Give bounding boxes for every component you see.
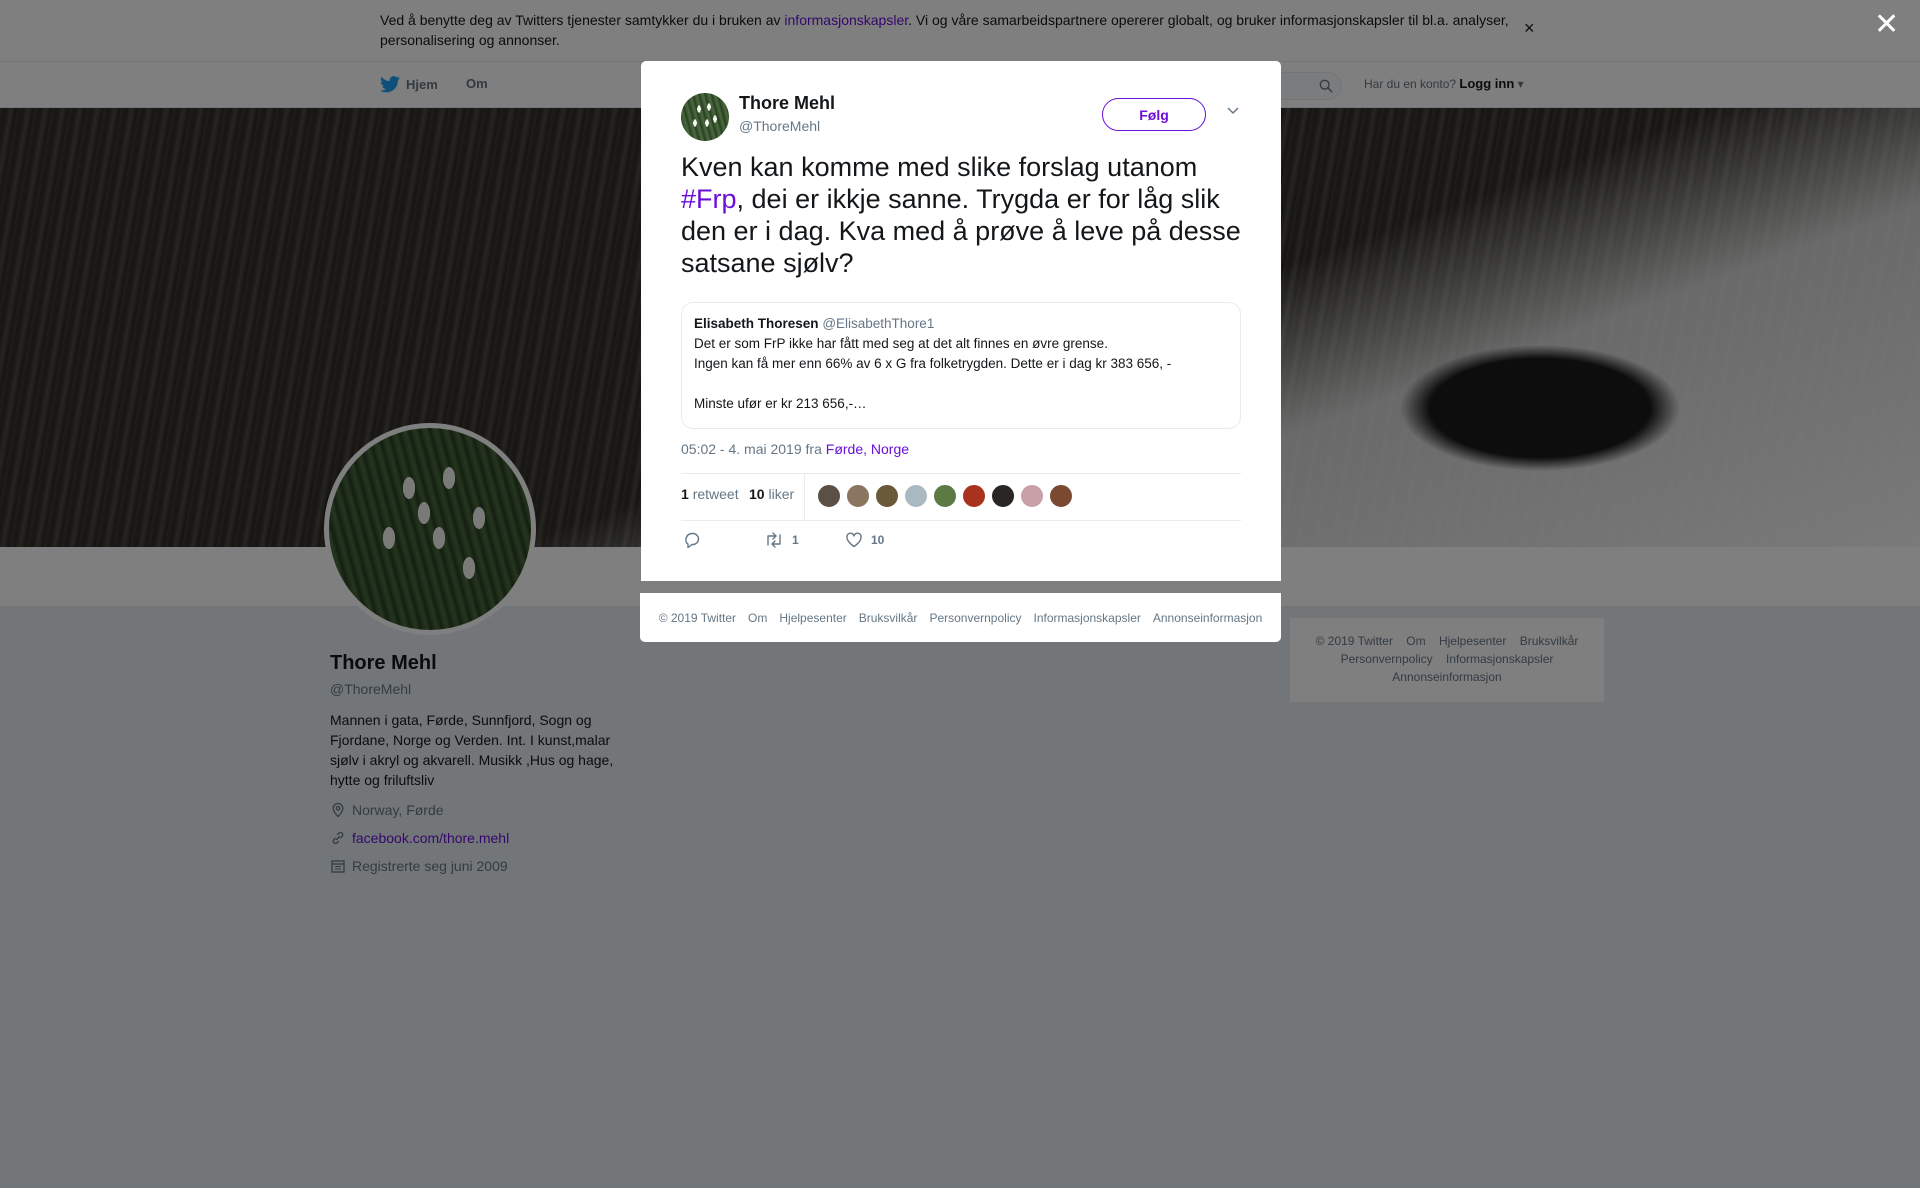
likers-avatars bbox=[817, 484, 1073, 508]
quoted-tweet-header: Elisabeth Thoresen @ElisabethThore1 bbox=[694, 314, 1228, 334]
quoted-tweet-line: Det er som FrP ikke har fått med seg at … bbox=[694, 336, 1108, 351]
liker-avatar[interactable] bbox=[875, 484, 899, 508]
retweet-button[interactable]: 1 bbox=[764, 531, 799, 549]
chevron-down-icon[interactable] bbox=[1226, 105, 1240, 115]
liker-avatar[interactable] bbox=[1049, 484, 1073, 508]
tweet-text: Kven kan komme med slike forslag utanom … bbox=[681, 152, 1241, 278]
footer-link[interactable]: Om bbox=[748, 611, 767, 625]
liker-avatar[interactable] bbox=[1020, 484, 1044, 508]
footer-link[interactable]: Personvernpolicy bbox=[929, 611, 1021, 625]
footer-link[interactable]: Hjelpesenter bbox=[779, 611, 846, 625]
liker-avatar[interactable] bbox=[933, 484, 957, 508]
liker-avatar[interactable] bbox=[846, 484, 870, 508]
quoted-tweet-line: Ingen kan få mer enn 66% av 6 x G fra fo… bbox=[694, 356, 1172, 371]
reply-icon bbox=[685, 532, 700, 549]
liker-avatar[interactable] bbox=[962, 484, 986, 508]
tweet-stats: 1 retweet 10 liker bbox=[681, 473, 1241, 521]
quoted-tweet[interactable]: Elisabeth Thoresen @ElisabethThore1 Det … bbox=[681, 302, 1241, 429]
modal-footer: © 2019 Twitter Om Hjelpesenter Bruksvilk… bbox=[640, 593, 1281, 642]
footer-link[interactable]: Informasjonskapsler bbox=[1033, 611, 1140, 625]
tweet-author-avatar[interactable] bbox=[681, 93, 729, 141]
retweet-count: 1 bbox=[792, 533, 799, 547]
tweet-actions: 1 10 bbox=[681, 531, 1241, 561]
quoted-tweet-handle: @ElisabethThore1 bbox=[822, 316, 935, 331]
tweet-author-name[interactable]: Thore Mehl bbox=[739, 93, 835, 114]
tweet-timestamp: 05:02 - 4. mai 2019 fra Førde, Norge bbox=[681, 441, 910, 457]
liker-avatar[interactable] bbox=[904, 484, 928, 508]
like-count-stat[interactable]: 10 liker bbox=[749, 486, 794, 502]
follow-button[interactable]: Følg bbox=[1102, 98, 1206, 131]
heart-icon bbox=[846, 532, 862, 548]
like-button[interactable]: 10 bbox=[845, 531, 884, 549]
liker-avatar[interactable] bbox=[991, 484, 1015, 508]
hashtag-link[interactable]: #Frp bbox=[681, 184, 737, 214]
quoted-tweet-author: Elisabeth Thoresen bbox=[694, 316, 819, 331]
reply-button[interactable] bbox=[683, 531, 701, 549]
footer-link[interactable]: Annonseinformasjon bbox=[1153, 611, 1262, 625]
tweet-permalink-modal: Thore Mehl @ThoreMehl Følg Kven kan komm… bbox=[641, 61, 1281, 581]
like-count: 10 bbox=[871, 533, 885, 547]
liker-avatar[interactable] bbox=[817, 484, 841, 508]
close-icon[interactable]: ✕ bbox=[1874, 10, 1899, 40]
tweet-place-link[interactable]: Førde, Norge bbox=[826, 441, 909, 457]
retweet-count-stat[interactable]: 1 retweet bbox=[681, 486, 739, 502]
quoted-tweet-line: Minste ufør er kr 213 656,-… bbox=[694, 396, 867, 411]
footer-link[interactable]: Bruksvilkår bbox=[859, 611, 918, 625]
tweet-author-handle[interactable]: @ThoreMehl bbox=[739, 118, 820, 134]
retweet-icon bbox=[767, 532, 781, 548]
footer-copyright: © 2019 Twitter bbox=[658, 610, 737, 625]
stats-divider bbox=[804, 474, 805, 520]
